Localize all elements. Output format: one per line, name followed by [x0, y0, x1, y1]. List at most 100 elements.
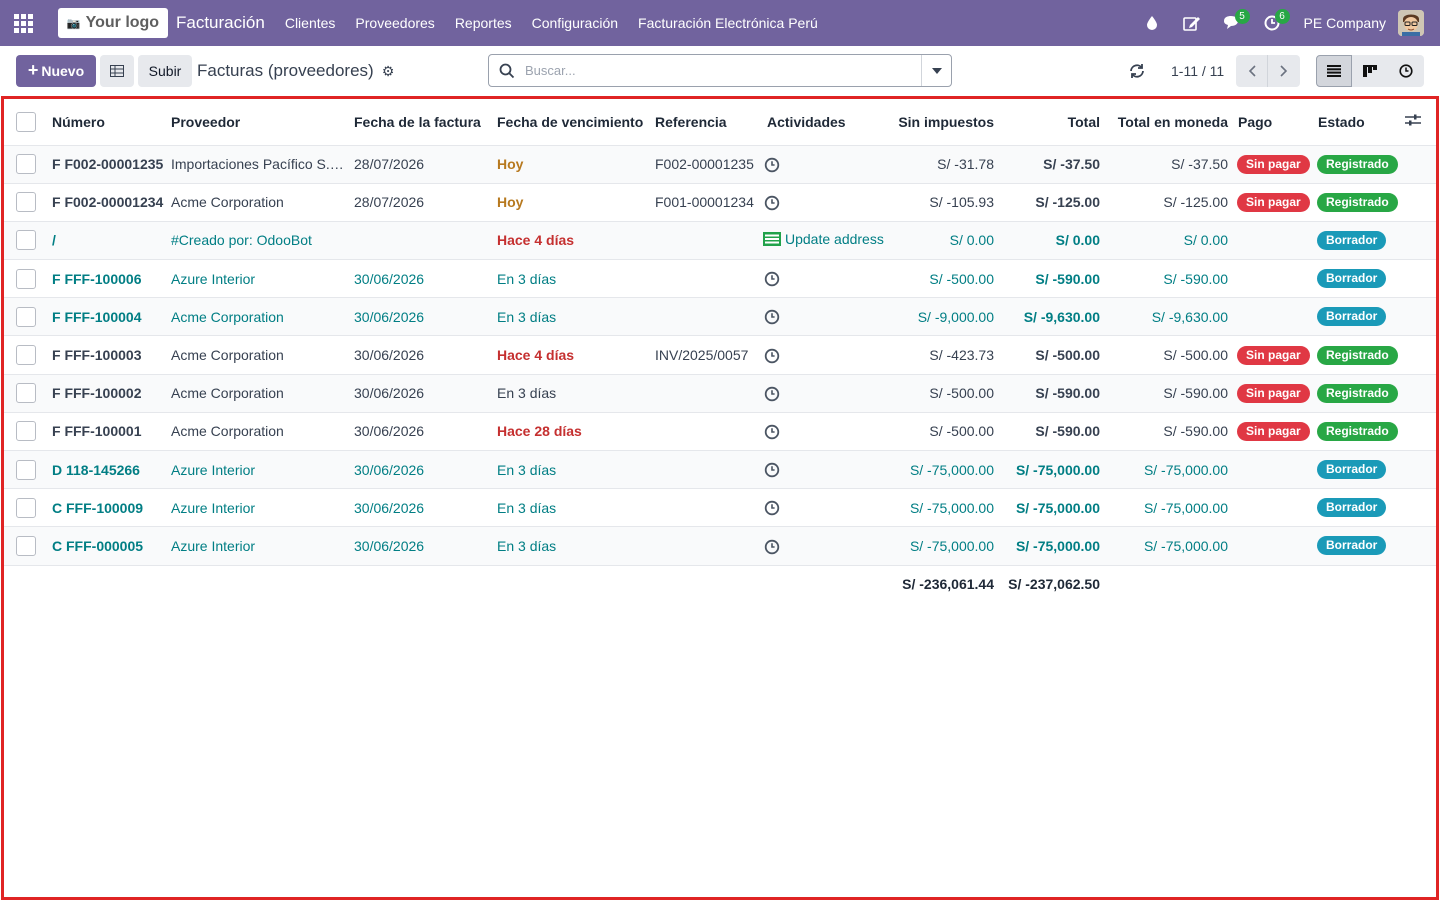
user-avatar[interactable]	[1398, 10, 1424, 36]
row-checkbox[interactable]	[16, 535, 36, 556]
cell-partner: Acme Corporation	[171, 347, 284, 364]
cell-total: S/ -75,000.00	[1015, 461, 1100, 478]
row-checkbox[interactable]	[16, 306, 36, 327]
cell-due-date: Hoy	[497, 194, 524, 211]
activity-clock-icon[interactable]	[764, 539, 780, 555]
activity-clock-icon[interactable]	[764, 309, 780, 325]
company-switcher[interactable]: PE Company	[1304, 15, 1386, 31]
table-row[interactable]: F FFF-100002 Acme Corporation 30/06/2026 En…	[4, 374, 1436, 413]
table-row[interactable]: F FFF-100001 Acme Corporation 30/06/2026 Ha…	[4, 412, 1436, 451]
search-options-toggle[interactable]	[921, 55, 951, 86]
debug-drop-icon[interactable]	[1138, 0, 1166, 46]
cell-invoice-date: 30/06/2026	[354, 499, 425, 516]
cell-invoice-date: 28/07/2026	[354, 194, 425, 211]
cell-total: S/ -590.00	[1035, 423, 1100, 440]
cell-partner: Azure Interior	[171, 499, 256, 516]
header-numero[interactable]: Número	[52, 99, 171, 145]
upload-button[interactable]: Subir	[138, 55, 192, 87]
activity-clock-icon[interactable]	[764, 500, 780, 516]
table-row[interactable]: D 118-145266 Azure Interior 30/06/2026 En 3…	[4, 450, 1436, 489]
apps-grid-icon	[13, 13, 33, 33]
cell-activities	[761, 374, 896, 412]
table-row[interactable]: C FFF-100009 Azure Interior 30/06/2026 En 3…	[4, 488, 1436, 527]
cell-untaxed: S/ -31.78	[937, 156, 994, 173]
menu-item-clientes[interactable]: Clientes	[275, 15, 346, 31]
header-fecha-vencimiento[interactable]: Fecha de vencimiento	[495, 99, 655, 145]
header-proveedor[interactable]: Proveedor	[171, 99, 354, 145]
table-row[interactable]: C FFF-000005 Azure Interior 30/06/2026 En 3…	[4, 526, 1436, 566]
activity-view-button[interactable]	[1388, 55, 1424, 87]
kanban-view-button[interactable]	[1352, 55, 1388, 87]
optional-columns-icon[interactable]	[1405, 113, 1421, 127]
select-all-checkbox[interactable]	[16, 111, 36, 132]
header-referencia[interactable]: Referencia	[655, 99, 761, 145]
activity-clock-icon[interactable]	[764, 195, 780, 211]
menu-item-reportes[interactable]: Reportes	[445, 15, 522, 31]
row-checkbox[interactable]	[16, 192, 36, 213]
header-estado[interactable]: Estado	[1315, 99, 1405, 145]
apps-menu-button[interactable]	[0, 0, 46, 46]
activity-clock-icon[interactable]	[764, 348, 780, 364]
cell-state: Borrador	[1315, 260, 1405, 298]
header-sin-impuestos[interactable]: Sin impuestos	[896, 99, 1001, 145]
search-input[interactable]	[525, 63, 921, 78]
table-row[interactable]: / #Creado por: OdooBot Hace 4 días Update a…	[4, 221, 1436, 260]
row-checkbox[interactable]	[16, 421, 36, 442]
pager-value[interactable]: 1-11 / 11	[1171, 63, 1224, 79]
activity-todo[interactable]: Update address	[761, 231, 884, 247]
activity-clock-icon[interactable]	[764, 424, 780, 440]
activity-clock-icon[interactable]	[764, 271, 780, 287]
edit-icon[interactable]	[1178, 0, 1206, 46]
cell-reference	[655, 489, 761, 527]
list-view: Número Proveedor Fecha de la factura Fec…	[1, 96, 1439, 900]
messages-icon[interactable]: 5	[1218, 0, 1250, 46]
table-row[interactable]: F FFF-100006 Azure Interior 30/06/2026 En 3…	[4, 259, 1436, 298]
pager-previous-button[interactable]	[1236, 55, 1268, 87]
header-total-moneda[interactable]: Total en moneda	[1107, 99, 1235, 145]
cell-number: F FFF-100001	[52, 423, 142, 440]
header-fecha-factura[interactable]: Fecha de la factura	[354, 99, 495, 145]
row-checkbox[interactable]	[16, 345, 36, 366]
row-checkbox[interactable]	[16, 154, 36, 175]
cell-state: Borrador	[1315, 221, 1405, 259]
state-badge: Borrador	[1317, 498, 1387, 518]
activity-clock-icon[interactable]	[764, 157, 780, 173]
todo-list-icon	[763, 232, 781, 247]
table-row[interactable]: F F002-00001235 Importaciones Pacífico S.…	[4, 145, 1436, 184]
header-actividades[interactable]: Actividades	[761, 99, 896, 145]
table-row[interactable]: F FFF-100004 Acme Corporation 30/06/2026 En…	[4, 297, 1436, 336]
activity-clock-icon[interactable]	[764, 386, 780, 402]
activities-clock-icon[interactable]: 6	[1258, 0, 1290, 46]
app-name[interactable]: Facturación	[176, 13, 265, 33]
company-logo[interactable]: 📷 Your logo	[58, 8, 168, 38]
table-import-button[interactable]	[100, 55, 134, 87]
gear-icon[interactable]: ⚙	[382, 63, 395, 80]
cell-state: Registrado	[1315, 183, 1405, 221]
cell-due-date: En 3 días	[497, 308, 557, 325]
row-checkbox[interactable]	[16, 268, 36, 289]
cell-payment: Sin pagar	[1235, 374, 1315, 412]
table-header: Número Proveedor Fecha de la factura Fec…	[4, 99, 1436, 145]
menu-item-facturacion-electronica[interactable]: Facturación Electrónica Perú	[628, 15, 828, 31]
table-row[interactable]: F F002-00001234 Acme Corporation 28/07/202…	[4, 183, 1436, 222]
activity-clock-icon[interactable]	[764, 462, 780, 478]
payment-badge: Sin pagar	[1237, 383, 1310, 403]
table-row[interactable]: F FFF-100003 Acme Corporation 30/06/2026 Ha…	[4, 335, 1436, 375]
header-pago[interactable]: Pago	[1235, 99, 1315, 145]
row-checkbox[interactable]	[16, 497, 36, 518]
row-checkbox[interactable]	[16, 230, 36, 251]
state-badge: Borrador	[1317, 230, 1387, 250]
refresh-icon[interactable]	[1128, 63, 1146, 79]
payment-badge: Sin pagar	[1237, 421, 1310, 441]
list-view-button[interactable]	[1316, 55, 1352, 87]
menu-item-proveedores[interactable]: Proveedores	[345, 15, 444, 31]
cell-payment	[1235, 260, 1315, 298]
table-icon	[110, 65, 124, 77]
menu-item-configuracion[interactable]: Configuración	[522, 15, 628, 31]
new-button[interactable]: + Nuevo	[16, 55, 96, 87]
row-checkbox[interactable]	[16, 383, 36, 404]
cell-untaxed: S/ -75,000.00	[909, 537, 994, 554]
pager-next-button[interactable]	[1268, 55, 1300, 87]
header-total[interactable]: Total	[1001, 99, 1107, 145]
row-checkbox[interactable]	[16, 459, 36, 480]
